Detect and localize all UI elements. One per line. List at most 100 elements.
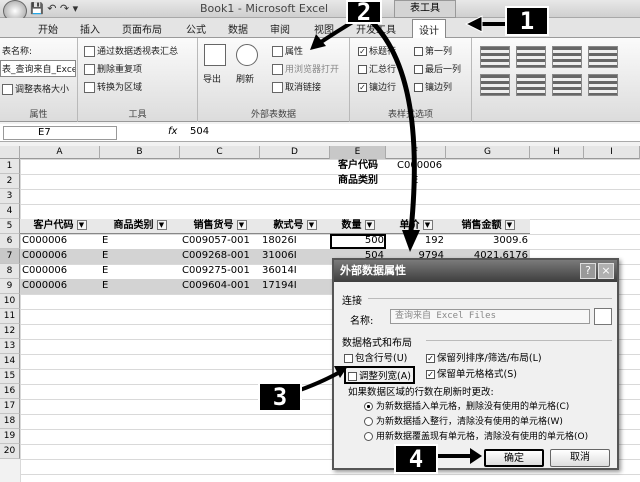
preserve-cell-format-checkbox[interactable]: ✓ 保留单元格格式(S) xyxy=(426,366,517,380)
remove-duplicates-button[interactable]: 删除重复项 xyxy=(84,62,142,75)
resize-table-button[interactable]: 调整表格大小 xyxy=(2,82,69,95)
tab-page-layout[interactable]: 页面布局 xyxy=(122,21,162,36)
table-cell[interactable]: C009604-001 xyxy=(180,279,260,294)
column-header[interactable]: H xyxy=(530,146,584,159)
column-header[interactable]: C xyxy=(180,146,260,159)
row-header[interactable]: 14 xyxy=(0,354,20,369)
tab-data[interactable]: 数据 xyxy=(228,21,248,36)
column-header[interactable]: D xyxy=(260,146,330,159)
row-header[interactable]: 18 xyxy=(0,414,20,429)
tab-view[interactable]: 视图 xyxy=(314,21,334,36)
row-header[interactable]: 5 xyxy=(0,219,20,234)
properties-button[interactable]: 属性 xyxy=(272,44,303,57)
table-header-cell[interactable]: 款式号 ▼ xyxy=(260,219,330,234)
tab-design[interactable]: 设计 xyxy=(412,19,446,38)
table-cell[interactable]: C000006 xyxy=(20,264,100,279)
unlink-button[interactable]: 取消链接 xyxy=(272,80,321,93)
table-cell[interactable]: 36014I xyxy=(260,264,330,279)
quick-access-toolbar[interactable]: 💾 ↶ ↷ ▾ xyxy=(30,2,78,15)
row-header[interactable]: 3 xyxy=(0,189,20,204)
table-cell[interactable]: C000006 xyxy=(20,279,100,294)
first-column-checkbox[interactable]: 第一列 xyxy=(414,44,452,57)
column-header[interactable]: I xyxy=(584,146,640,159)
include-row-numbers-checkbox[interactable]: 包含行号(U) xyxy=(344,350,407,364)
tab-home[interactable]: 开始 xyxy=(38,21,58,36)
banded-rows-checkbox[interactable]: ✓ 镶边行 xyxy=(358,80,396,93)
option-insert-cells-radio[interactable]: 为新数据插入单元格，删除没有使用的单元格(C) xyxy=(364,399,569,412)
table-header-cell[interactable]: 客户代码 ▼ xyxy=(20,219,100,234)
table-cell[interactable]: 192 xyxy=(386,234,446,249)
table-header-cell[interactable]: 数量 ▼ xyxy=(330,219,386,234)
table-style-swatch[interactable] xyxy=(516,46,546,68)
row-header[interactable]: 2 xyxy=(0,174,20,189)
row-header[interactable]: 9 xyxy=(0,279,20,294)
select-all-corner[interactable] xyxy=(0,146,20,159)
row-header[interactable]: 16 xyxy=(0,384,20,399)
table-cell[interactable]: C009057-001 xyxy=(180,234,260,249)
table-cell[interactable]: E xyxy=(100,234,180,249)
row-header[interactable]: 10 xyxy=(0,294,20,309)
table-cell[interactable]: E xyxy=(100,279,180,294)
connection-name-input[interactable]: 查询来自 Excel Files xyxy=(390,309,590,324)
table-style-swatch[interactable] xyxy=(552,46,582,68)
table-style-swatch[interactable] xyxy=(480,46,510,68)
header-row-checkbox[interactable]: ✓ 标题行 xyxy=(358,44,396,57)
help-button[interactable]: ? xyxy=(580,263,596,279)
formula-input[interactable]: 504 xyxy=(190,126,209,137)
adjust-column-width-checkbox[interactable]: 调整列宽(A) xyxy=(344,366,415,384)
column-header[interactable]: A xyxy=(20,146,100,159)
table-style-swatch[interactable] xyxy=(588,74,618,96)
close-button[interactable]: × xyxy=(598,263,614,279)
table-cell[interactable]: 17194I xyxy=(260,279,330,294)
table-style-swatch[interactable] xyxy=(588,46,618,68)
tab-review[interactable]: 审阅 xyxy=(270,21,290,36)
convert-to-range-button[interactable]: 转换为区域 xyxy=(84,80,142,93)
table-cell[interactable]: C000006 xyxy=(20,249,100,264)
table-cell[interactable]: E xyxy=(100,264,180,279)
row-header[interactable]: 17 xyxy=(0,399,20,414)
option-overwrite-radio[interactable]: 用新数据覆盖现有单元格，清除没有使用的单元格(O) xyxy=(364,429,588,442)
table-header-cell[interactable]: 商品类别 ▼ xyxy=(100,219,180,234)
row-header[interactable]: 20 xyxy=(0,444,20,459)
column-header[interactable]: G xyxy=(446,146,530,159)
row-header[interactable]: 15 xyxy=(0,369,20,384)
table-cell[interactable]: E xyxy=(100,249,180,264)
table-style-swatch[interactable] xyxy=(480,74,510,96)
table-style-swatch[interactable] xyxy=(516,74,546,96)
row-header[interactable]: 8 xyxy=(0,264,20,279)
row-header[interactable]: 13 xyxy=(0,339,20,354)
ok-button[interactable]: 确定 xyxy=(484,449,544,467)
column-header[interactable]: B xyxy=(100,146,180,159)
name-box[interactable]: E7 xyxy=(3,126,117,140)
cancel-button[interactable]: 取消 xyxy=(550,449,610,467)
preserve-sort-filter-checkbox[interactable]: ✓ 保留列排序/筛选/布局(L) xyxy=(426,350,542,364)
table-cell[interactable]: C000006 xyxy=(20,234,100,249)
tab-insert[interactable]: 插入 xyxy=(80,21,100,36)
table-cell[interactable]: C009268-001 xyxy=(180,249,260,264)
last-column-checkbox[interactable]: 最后一列 xyxy=(414,62,461,75)
row-header[interactable]: 11 xyxy=(0,309,20,324)
row-header[interactable]: 4 xyxy=(0,204,20,219)
connection-properties-icon[interactable] xyxy=(594,308,612,325)
open-in-browser-button[interactable]: 用浏览器打开 xyxy=(272,62,339,75)
table-style-swatch[interactable] xyxy=(552,74,582,96)
refresh-button[interactable]: 刷新 xyxy=(236,72,254,85)
column-header[interactable]: E xyxy=(330,146,386,159)
row-header[interactable]: 12 xyxy=(0,324,20,339)
table-cell[interactable]: 18026I xyxy=(260,234,330,249)
table-name-input[interactable]: 表_查询来自_Exce xyxy=(0,60,76,77)
table-header-cell[interactable]: 销售金额 ▼ xyxy=(446,219,530,234)
table-cell[interactable]: 3009.6 xyxy=(446,234,530,249)
total-row-checkbox[interactable]: 汇总行 xyxy=(358,62,396,75)
table-cell[interactable]: 31006I xyxy=(260,249,330,264)
row-header[interactable]: 1 xyxy=(0,159,20,174)
option-insert-rows-radio[interactable]: 为新数据插入整行，清除没有使用的单元格(W) xyxy=(364,414,563,427)
row-header[interactable]: 19 xyxy=(0,429,20,444)
row-header[interactable]: 7 xyxy=(0,249,20,264)
table-cell[interactable]: C009275-001 xyxy=(180,264,260,279)
row-header[interactable]: 6 xyxy=(0,234,20,249)
fx-icon[interactable]: fx xyxy=(168,126,177,137)
banded-columns-checkbox[interactable]: 镶边列 xyxy=(414,80,452,93)
table-header-cell[interactable]: 单价 ▼ xyxy=(386,219,446,234)
export-button[interactable]: 导出 xyxy=(203,72,221,85)
